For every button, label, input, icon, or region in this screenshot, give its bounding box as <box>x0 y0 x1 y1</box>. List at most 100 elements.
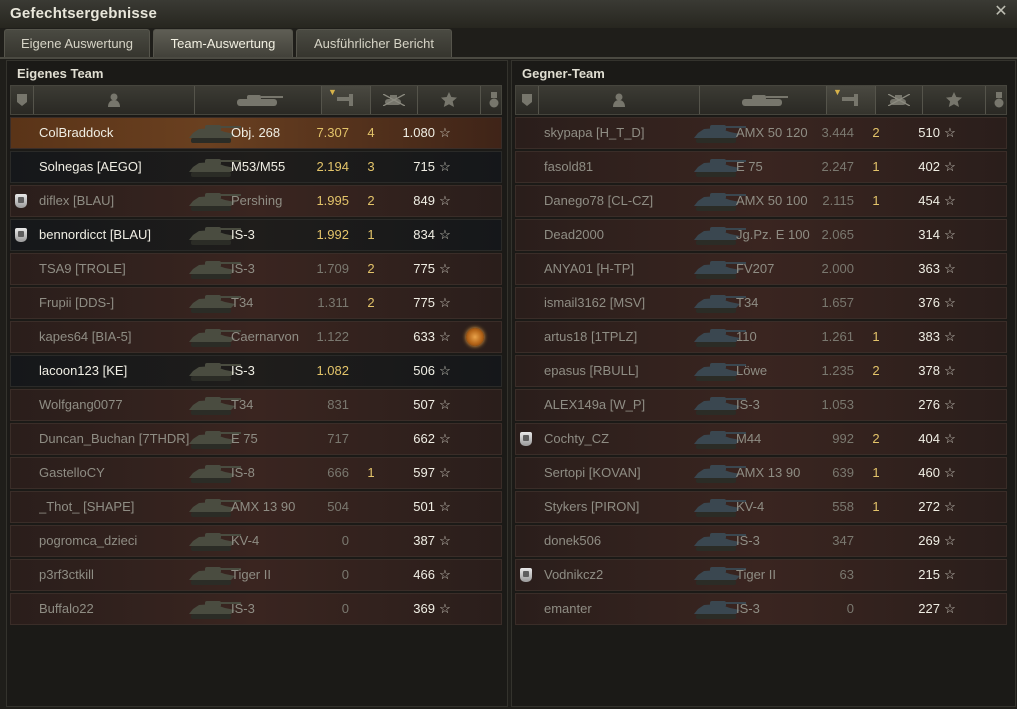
table-row[interactable]: Wolfgang0077 T34 831 507 ☆ <box>10 389 502 421</box>
table-row[interactable]: ColBraddock Obj. 268 7.307 4 1.080 ☆ <box>10 117 502 149</box>
tank-icon <box>189 390 241 420</box>
tank-icon <box>694 254 746 284</box>
table-row[interactable]: Duncan_Buchan [7THDR] E 75 717 662 ☆ <box>10 423 502 455</box>
xp-value: 2.247 <box>821 159 854 174</box>
table-row[interactable]: kapes64 [BIA-5] Caernarvon 1.122 633 ☆ <box>10 321 502 353</box>
platoon-cell <box>520 356 540 386</box>
tank-icon <box>694 186 746 216</box>
table-row[interactable]: ismail3162 [MSV] T34 1.657 376 ☆ <box>515 287 1007 319</box>
kills-value: 2 <box>872 125 880 140</box>
star-icon: ☆ <box>944 159 956 174</box>
tab-team-auswertung[interactable]: Team-Auswertung <box>153 29 293 57</box>
enemy-header-xp-column[interactable]: ▼ <box>827 86 876 114</box>
enemy-header-medal-column[interactable] <box>986 86 1012 114</box>
score-value: 662 <box>413 431 435 446</box>
platoon-cell <box>520 186 540 216</box>
player-name: emanter <box>544 601 592 616</box>
own-header-kills-column[interactable] <box>371 86 418 114</box>
table-row[interactable]: Vodnikcz2 Tiger II 63 215 ☆ <box>515 559 1007 591</box>
xp-value: 2.065 <box>821 227 854 242</box>
tank-icon <box>189 424 241 454</box>
player-name: TSA9 [TROLE] <box>39 261 126 276</box>
enemy-header-kills-column[interactable] <box>876 86 923 114</box>
star-icon: ☆ <box>944 533 956 548</box>
score-value: 510 <box>918 125 940 140</box>
table-row[interactable]: Dead2000 Jg.Pz. E 100 2.065 314 ☆ <box>515 219 1007 251</box>
player-name: Buffalo22 <box>39 601 94 616</box>
platoon-cell <box>520 560 540 590</box>
kills-value <box>361 356 381 386</box>
table-row[interactable]: Cochty_CZ M44 992 2 404 ☆ <box>515 423 1007 455</box>
medal-cell <box>461 288 489 318</box>
xp-value: 1.053 <box>821 397 854 412</box>
own-header-player-column[interactable] <box>34 86 195 114</box>
table-row[interactable]: fasold81 E 75 2.247 1 402 ☆ <box>515 151 1007 183</box>
platoon-cell <box>520 458 540 488</box>
table-row[interactable]: p3rf3ctkill Tiger II 0 466 ☆ <box>10 559 502 591</box>
platoon-cell <box>520 390 540 420</box>
table-row[interactable]: Danego78 [CL-CZ] AMX 50 100 2.115 1 454 ☆ <box>515 185 1007 217</box>
score-value: 834 <box>413 227 435 242</box>
close-icon[interactable]: ✕ <box>993 4 1009 20</box>
enemy-header-vehicle-column[interactable] <box>700 86 827 114</box>
table-row[interactable]: Solnegas [AEGO] M53/M55 2.194 3 715 ☆ <box>10 151 502 183</box>
platoon-cell <box>15 186 35 216</box>
tab-eigene-auswertung[interactable]: Eigene Auswertung <box>4 29 150 57</box>
platoon-cell <box>520 220 540 250</box>
own-team-header: ▼ <box>10 85 502 115</box>
table-row[interactable]: Sertopi [KOVAN] AMX 13 90 639 1 460 ☆ <box>515 457 1007 489</box>
enemy-header-platoon-column[interactable] <box>516 86 539 114</box>
table-row[interactable]: donek506 IS-3 347 269 ☆ <box>515 525 1007 557</box>
table-row[interactable]: emanter IS-3 0 227 ☆ <box>515 593 1007 625</box>
table-row[interactable]: lacoon123 [KE] IS-3 1.082 506 ☆ <box>10 355 502 387</box>
tank-icon <box>694 356 746 386</box>
star-icon: ☆ <box>439 533 451 548</box>
enemy-header-star-column[interactable] <box>923 86 986 114</box>
platoon-cell <box>15 288 35 318</box>
platoon-cell <box>15 322 35 352</box>
table-row[interactable]: pogromca_dzieci KV-4 0 387 ☆ <box>10 525 502 557</box>
table-row[interactable]: Stykers [PIRON] KV-4 558 1 272 ☆ <box>515 491 1007 523</box>
vehicle-name: IS-3 <box>736 397 760 412</box>
vehicle-name: IS-3 <box>736 601 760 616</box>
xp-value: 2.194 <box>316 159 349 174</box>
table-row[interactable]: epasus [RBULL] Löwe 1.235 2 378 ☆ <box>515 355 1007 387</box>
star-icon: ☆ <box>944 431 956 446</box>
medal-icon[interactable] <box>466 328 484 346</box>
table-row[interactable]: TSA9 [TROLE] IS-3 1.709 2 775 ☆ <box>10 253 502 285</box>
tank-icon <box>694 560 746 590</box>
star-icon: ☆ <box>944 499 956 514</box>
score-value: 849 <box>413 193 435 208</box>
player-name: pogromca_dzieci <box>39 533 138 548</box>
table-row[interactable]: _Thot_ [SHAPE] AMX 13 90 504 501 ☆ <box>10 491 502 523</box>
medal-cell <box>966 594 994 624</box>
table-row[interactable]: ANYA01 [H-TP] FV207 2.000 363 ☆ <box>515 253 1007 285</box>
sort-desc-icon: ▼ <box>833 87 842 97</box>
tank-icon <box>694 220 746 250</box>
own-header-platoon-column[interactable] <box>11 86 34 114</box>
tab-ausfuehrlicher-bericht[interactable]: Ausführlicher Bericht <box>296 29 452 57</box>
table-row[interactable]: Frupii [DDS-] T34 1.311 2 775 ☆ <box>10 287 502 319</box>
table-row[interactable]: artus18 [1TPLZ] 110 1.261 1 383 ☆ <box>515 321 1007 353</box>
vehicle-name: IS-3 <box>231 227 255 242</box>
table-row[interactable]: Buffalo22 IS-3 0 369 ☆ <box>10 593 502 625</box>
table-row[interactable]: diflex [BLAU] Pershing 1.995 2 849 ☆ <box>10 185 502 217</box>
tank-icon <box>189 322 241 352</box>
kills-value: 1 <box>872 499 880 514</box>
own-header-star-column[interactable] <box>418 86 481 114</box>
table-row[interactable]: bennordicct [BLAU] IS-3 1.992 1 834 ☆ <box>10 219 502 251</box>
table-row[interactable]: GastelloCY IS-8 666 1 597 ☆ <box>10 457 502 489</box>
score-value: 269 <box>918 533 940 548</box>
table-row[interactable]: ALEX149a [W_P] IS-3 1.053 276 ☆ <box>515 389 1007 421</box>
kills-value: 4 <box>367 125 375 140</box>
table-row[interactable]: skypapa [H_T_D] AMX 50 120 3.444 2 510 ☆ <box>515 117 1007 149</box>
own-header-xp-column[interactable]: ▼ <box>322 86 371 114</box>
player-name: artus18 [1TPLZ] <box>544 329 638 344</box>
tank-icon <box>189 492 241 522</box>
platoon-icon <box>15 228 27 242</box>
own-header-vehicle-column[interactable] <box>195 86 322 114</box>
kills-icon <box>888 94 910 106</box>
enemy-header-player-column[interactable] <box>539 86 700 114</box>
own-header-medal-column[interactable] <box>481 86 507 114</box>
player-name: p3rf3ctkill <box>39 567 94 582</box>
